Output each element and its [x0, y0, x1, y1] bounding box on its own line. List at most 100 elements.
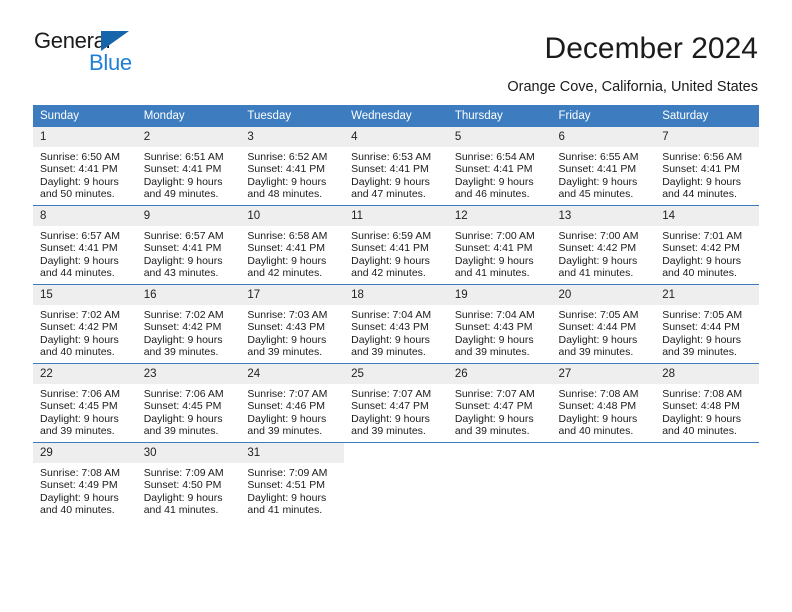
sunset-time: Sunset: 4:45 PM — [143, 400, 222, 413]
calendar-day-cell[interactable]: 14 Sunrise: 7:01 AM Sunset: 4:42 PM Dayligh… — [655, 205, 759, 285]
calendar-day-number: 1 — [33, 127, 137, 147]
calendar-day-cell[interactable]: 20 Sunrise: 7:05 AM Sunset: 4:44 PM Dayligh… — [551, 284, 656, 364]
calendar-day-number: 28 — [655, 364, 759, 384]
calendar-day-cell[interactable]: 26 Sunrise: 7:07 AM Sunset: 4:47 PM Dayligh… — [447, 363, 552, 443]
calendar-day-cell[interactable]: 7 Sunrise: 6:56 AM Sunset: 4:41 PM Daylight… — [655, 127, 759, 206]
sunset-time: Sunset: 4:42 PM — [143, 321, 222, 334]
daylight-duration-line2: and 39 minutes. — [351, 425, 426, 438]
daylight-duration-line2: and 40 minutes. — [662, 425, 737, 438]
calendar-day-number: 6 — [551, 127, 656, 147]
daylight-duration-line1: Daylight: 9 hours — [558, 412, 638, 425]
calendar-day-number: 23 — [136, 364, 241, 384]
page-header: General Blue December 2024 Orange Cove, … — [0, 0, 792, 100]
sunrise-time: Sunrise: 7:05 AM — [662, 309, 743, 321]
sunset-time: Sunset: 4:43 PM — [247, 321, 326, 334]
daylight-duration-line1: Daylight: 9 hours — [454, 175, 534, 188]
sunset-time: Sunset: 4:41 PM — [454, 163, 533, 176]
sunrise-time: Sunrise: 7:05 AM — [558, 309, 639, 321]
calendar-day-cell[interactable]: 27 Sunrise: 7:08 AM Sunset: 4:48 PM Dayligh… — [551, 363, 656, 443]
calendar-day-cell[interactable]: 13 Sunrise: 7:00 AM Sunset: 4:42 PM Dayligh… — [551, 205, 656, 285]
calendar-day-number — [344, 443, 448, 463]
calendar-day-details: Sunrise: 6:59 AM Sunset: 4:41 PM Daylight:… — [344, 226, 448, 280]
daylight-duration-line2: and 48 minutes. — [247, 188, 323, 201]
sunset-time: Sunset: 4:42 PM — [40, 321, 118, 334]
calendar-day-cell[interactable]: 5 Sunrise: 6:54 AM Sunset: 4:41 PM Daylight… — [447, 127, 552, 206]
sunrise-time: Sunrise: 6:52 AM — [247, 151, 328, 163]
calendar-day-cell[interactable]: 24 Sunrise: 7:07 AM Sunset: 4:46 PM Dayligh… — [240, 363, 345, 443]
sunrise-time: Sunrise: 7:07 AM — [351, 388, 432, 400]
calendar-day-details: Sunrise: 6:57 AM Sunset: 4:41 PM Daylight:… — [33, 226, 137, 280]
daylight-duration-line1: Daylight: 9 hours — [662, 175, 742, 188]
daylight-duration-line1: Daylight: 9 hours — [558, 175, 638, 188]
sunrise-time: Sunrise: 7:00 AM — [454, 230, 535, 242]
sunrise-time: Sunrise: 6:57 AM — [143, 230, 224, 242]
calendar-day-cell[interactable]: 11 Sunrise: 6:59 AM Sunset: 4:41 PM Dayligh… — [344, 205, 448, 285]
daylight-duration-line2: and 50 minutes. — [40, 188, 115, 201]
daylight-duration-line1: Daylight: 9 hours — [454, 412, 534, 425]
calendar-day-cell[interactable]: 15 Sunrise: 7:02 AM Sunset: 4:42 PM Dayligh… — [33, 284, 137, 364]
calendar-day-cell[interactable]: 6 Sunrise: 6:55 AM Sunset: 4:41 PM Daylight… — [551, 127, 656, 206]
calendar-day-cell[interactable]: 22 Sunrise: 7:06 AM Sunset: 4:45 PM Dayligh… — [33, 363, 137, 443]
sunset-time: Sunset: 4:41 PM — [454, 242, 533, 255]
calendar-day-number: 19 — [447, 285, 552, 305]
sunrise-time: Sunrise: 7:06 AM — [40, 388, 120, 400]
daylight-duration-line1: Daylight: 9 hours — [351, 412, 430, 425]
daylight-duration-line2: and 44 minutes. — [662, 188, 737, 201]
calendar-day-cell[interactable]: 29 Sunrise: 7:08 AM Sunset: 4:49 PM Dayligh… — [33, 442, 137, 521]
calendar-day-details — [344, 463, 448, 467]
calendar-day-cell[interactable]: 4 Sunrise: 6:53 AM Sunset: 4:41 PM Daylight… — [344, 127, 448, 206]
calendar-day-cell[interactable]: 18 Sunrise: 7:04 AM Sunset: 4:43 PM Dayligh… — [344, 284, 448, 364]
daylight-duration-line2: and 39 minutes. — [351, 346, 426, 359]
sunrise-time: Sunrise: 7:02 AM — [143, 309, 224, 321]
calendar-day-number: 21 — [655, 285, 759, 305]
daylight-duration-line1: Daylight: 9 hours — [351, 333, 430, 346]
calendar-day-cell[interactable]: 9 Sunrise: 6:57 AM Sunset: 4:41 PM Daylight… — [136, 205, 241, 285]
sunrise-time: Sunrise: 7:07 AM — [247, 388, 328, 400]
calendar-day-cell[interactable]: 25 Sunrise: 7:07 AM Sunset: 4:47 PM Dayligh… — [344, 363, 448, 443]
sunrise-time: Sunrise: 6:53 AM — [351, 151, 432, 163]
calendar-day-cell[interactable]: 1 Sunrise: 6:50 AM Sunset: 4:41 PM Daylight… — [33, 127, 137, 206]
calendar-day-cell[interactable]: 8 Sunrise: 6:57 AM Sunset: 4:41 PM Daylight… — [33, 205, 137, 285]
sunrise-time: Sunrise: 7:04 AM — [351, 309, 432, 321]
calendar-day-number: 20 — [551, 285, 656, 305]
sunset-time: Sunset: 4:42 PM — [662, 242, 740, 255]
calendar-day-cell[interactable]: 10 Sunrise: 6:58 AM Sunset: 4:41 PM Dayligh… — [240, 205, 345, 285]
calendar-week-row: 8 Sunrise: 6:57 AM Sunset: 4:41 PM Daylight… — [33, 205, 759, 285]
calendar-day-details: Sunrise: 7:04 AM Sunset: 4:43 PM Daylight:… — [448, 305, 552, 359]
sunrise-time: Sunrise: 6:50 AM — [40, 151, 120, 163]
weekday-header-thursday: Thursday — [447, 105, 552, 127]
sunrise-time: Sunrise: 6:51 AM — [143, 151, 224, 163]
calendar-day-cell[interactable]: 28 Sunrise: 7:08 AM Sunset: 4:48 PM Dayligh… — [655, 363, 759, 443]
calendar-day-cell[interactable]: 2 Sunrise: 6:51 AM Sunset: 4:41 PM Daylight… — [136, 127, 241, 206]
calendar-day-details: Sunrise: 7:00 AM Sunset: 4:41 PM Daylight:… — [448, 226, 552, 280]
calendar-day-cell[interactable]: 30 Sunrise: 7:09 AM Sunset: 4:50 PM Dayligh… — [136, 442, 241, 521]
calendar-day-number: 16 — [136, 285, 241, 305]
sunrise-time: Sunrise: 6:55 AM — [558, 151, 639, 163]
calendar-day-cell[interactable]: 16 Sunrise: 7:02 AM Sunset: 4:42 PM Dayligh… — [136, 284, 241, 364]
sunset-time: Sunset: 4:44 PM — [558, 321, 637, 334]
calendar-day-details: Sunrise: 6:58 AM Sunset: 4:41 PM Daylight:… — [240, 226, 344, 280]
daylight-duration-line1: Daylight: 9 hours — [247, 412, 327, 425]
daylight-duration-line2: and 39 minutes. — [143, 346, 219, 359]
sunset-time: Sunset: 4:51 PM — [247, 479, 326, 492]
daylight-duration-line1: Daylight: 9 hours — [40, 254, 119, 267]
daylight-duration-line1: Daylight: 9 hours — [143, 491, 223, 504]
sunset-time: Sunset: 4:41 PM — [143, 163, 222, 176]
calendar-day-cell[interactable]: 12 Sunrise: 7:00 AM Sunset: 4:41 PM Dayligh… — [447, 205, 552, 285]
calendar-day-cell[interactable]: 3 Sunrise: 6:52 AM Sunset: 4:41 PM Daylight… — [240, 127, 345, 206]
calendar-day-cell[interactable]: 17 Sunrise: 7:03 AM Sunset: 4:43 PM Dayligh… — [240, 284, 345, 364]
sunrise-time: Sunrise: 7:04 AM — [454, 309, 535, 321]
calendar-day-cell-empty — [447, 442, 552, 521]
daylight-duration-line1: Daylight: 9 hours — [40, 412, 119, 425]
calendar-day-cell[interactable]: 19 Sunrise: 7:04 AM Sunset: 4:43 PM Dayligh… — [447, 284, 552, 364]
calendar-day-cell[interactable]: 31 Sunrise: 7:09 AM Sunset: 4:51 PM Dayligh… — [240, 442, 345, 521]
sunrise-time: Sunrise: 6:54 AM — [454, 151, 535, 163]
calendar-page: General Blue December 2024 Orange Cove, … — [0, 0, 792, 612]
general-blue-logo[interactable]: General Blue — [34, 28, 214, 76]
sunset-time: Sunset: 4:48 PM — [558, 400, 637, 413]
calendar-day-details: Sunrise: 7:07 AM Sunset: 4:47 PM Daylight:… — [448, 384, 552, 438]
calendar-day-details: Sunrise: 7:04 AM Sunset: 4:43 PM Daylight:… — [344, 305, 448, 359]
calendar-day-details: Sunrise: 7:05 AM Sunset: 4:44 PM Daylight:… — [552, 305, 656, 359]
calendar-day-cell[interactable]: 21 Sunrise: 7:05 AM Sunset: 4:44 PM Dayligh… — [655, 284, 759, 364]
calendar-day-cell[interactable]: 23 Sunrise: 7:06 AM Sunset: 4:45 PM Dayligh… — [136, 363, 241, 443]
